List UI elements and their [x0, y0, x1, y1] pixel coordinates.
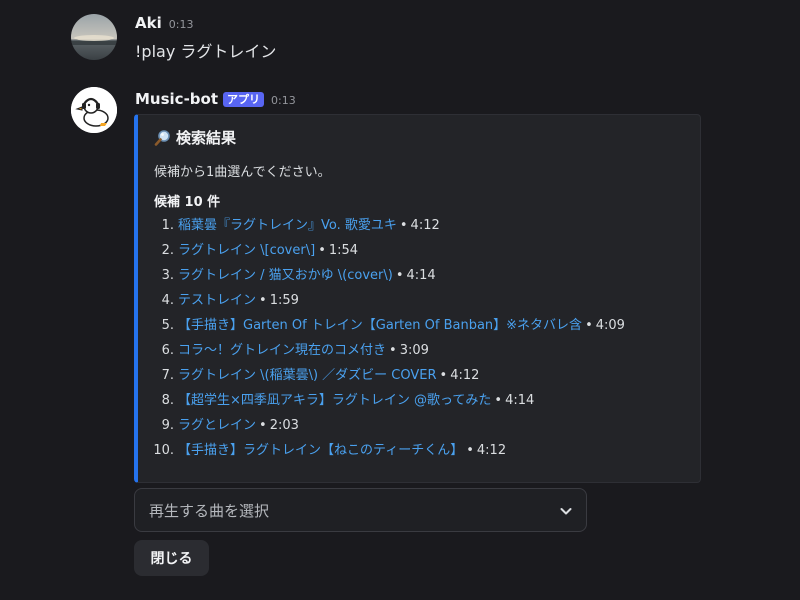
candidate-duration: 4:12: [450, 368, 480, 383]
candidate-duration: 3:09: [399, 343, 429, 358]
embed-description: 候補から1曲選んでください。: [154, 165, 331, 180]
separator: •: [395, 268, 404, 283]
candidate-duration: 1:59: [269, 293, 299, 308]
candidate-duration: 1:54: [328, 243, 359, 258]
list-item: 9. ラグとレイン • 2:03: [138, 415, 625, 440]
list-item: 1. 稲葉曇『ラグトレイン』Vo. 歌愛ユキ • 4:12: [138, 215, 625, 240]
magnifier-icon: [154, 129, 172, 147]
candidate-duration: 4:09: [595, 318, 625, 333]
candidate-link[interactable]: ラグトレイン \[cover\]: [178, 240, 315, 265]
chat-area: Aki 0:13 !play ラグトレイン Music-bot アプリ 0:13…: [0, 0, 800, 600]
candidate-number: 5.: [161, 318, 174, 333]
timestamp: 0:13: [168, 17, 194, 31]
separator: •: [389, 343, 397, 358]
separator: •: [259, 418, 267, 433]
candidate-number: 10.: [153, 443, 174, 458]
candidate-number: 9.: [161, 418, 174, 433]
list-item: 6. コラ～！グトレイン現在のコメ付き • 3:09: [138, 340, 625, 365]
candidate-duration: 4:12: [410, 218, 440, 233]
list-item: 5. 【手描き】Garten Of トレイン【Garten Of Banban】…: [138, 315, 625, 340]
candidate-link[interactable]: 稲葉曇『ラグトレイン』Vo. 歌愛ユキ: [178, 215, 397, 240]
separator: •: [259, 293, 267, 308]
separator: •: [318, 243, 326, 258]
candidate-number: 7.: [161, 368, 174, 383]
candidate-link[interactable]: 【超学生×四季凪アキラ】ラグトレイン @歌ってみた: [178, 390, 491, 415]
candidate-link[interactable]: コラ～！グトレイン現在のコメ付き: [178, 340, 386, 365]
separator: •: [439, 368, 448, 383]
separator: •: [399, 218, 408, 233]
candidate-duration: 4:12: [476, 443, 507, 458]
embed-field-name: 候補 10 件: [154, 195, 221, 210]
list-item: 7. ラグトレイン \(稲葉曇\) ／ダズビー COVER • 4:12: [138, 365, 625, 390]
chevron-down-icon: [558, 503, 574, 519]
candidate-link[interactable]: 【手描き】Garten Of トレイン【Garten Of Banban】※ネタ…: [178, 315, 582, 340]
username[interactable]: Music-bot: [135, 90, 218, 108]
timestamp: 0:13: [271, 93, 296, 107]
avatar[interactable]: [71, 14, 117, 60]
separator: •: [585, 318, 593, 333]
message-header: Music-bot アプリ 0:13: [135, 90, 296, 108]
candidate-number: 4.: [161, 293, 174, 308]
embed-title: 検索結果: [154, 127, 236, 148]
song-select-dropdown[interactable]: 再生する曲を選択: [134, 488, 587, 532]
search-results-embed: 検索結果 候補から1曲選んでください。 候補 10 件 1. 稲葉曇『ラグトレイ…: [134, 114, 701, 483]
separator: •: [466, 443, 474, 458]
candidate-link[interactable]: 【手描き】ラグトレイン【ねこのティーチくん】: [178, 440, 463, 465]
list-item: 4. テストレイン • 1:59: [138, 290, 625, 315]
close-button[interactable]: 閉じる: [134, 540, 209, 576]
candidate-number: 3.: [161, 268, 174, 283]
candidate-link[interactable]: テストレイン: [178, 290, 256, 315]
list-item: 8. 【超学生×四季凪アキラ】ラグトレイン @歌ってみた • 4:14: [138, 390, 625, 415]
candidate-number: 2.: [161, 243, 174, 258]
message-header: Aki 0:13: [135, 14, 193, 32]
candidate-duration: 2:03: [269, 418, 299, 433]
candidate-duration: 4:14: [406, 268, 436, 283]
list-item: 3. ラグトレイン / 猫又おかゆ \(cover\) • 4:14: [138, 265, 625, 290]
list-item: 10. 【手描き】ラグトレイン【ねこのティーチくん】 • 4:12: [138, 440, 625, 465]
bot-avatar[interactable]: [71, 87, 117, 133]
candidate-link[interactable]: ラグトレイン / 猫又おかゆ \(cover\): [178, 265, 393, 290]
select-placeholder: 再生する曲を選択: [149, 502, 270, 520]
app-badge: アプリ: [223, 91, 265, 107]
separator: •: [494, 393, 503, 408]
candidate-number: 8.: [161, 393, 174, 408]
message-text: !play ラグトレイン: [135, 42, 277, 61]
candidate-link[interactable]: ラグトレイン \(稲葉曇\) ／ダズビー COVER: [178, 365, 437, 390]
candidate-list: 1. 稲葉曇『ラグトレイン』Vo. 歌愛ユキ • 4:12 2. ラグトレイン …: [138, 215, 625, 465]
list-item: 2. ラグトレイン \[cover\] • 1:54: [138, 240, 625, 265]
candidate-duration: 4:14: [505, 393, 535, 408]
embed-title-text: 検索結果: [176, 129, 237, 147]
username[interactable]: Aki: [135, 14, 162, 32]
candidate-number: 1.: [161, 218, 174, 233]
candidate-number: 6.: [161, 343, 174, 358]
candidate-link[interactable]: ラグとレイン: [178, 415, 256, 440]
